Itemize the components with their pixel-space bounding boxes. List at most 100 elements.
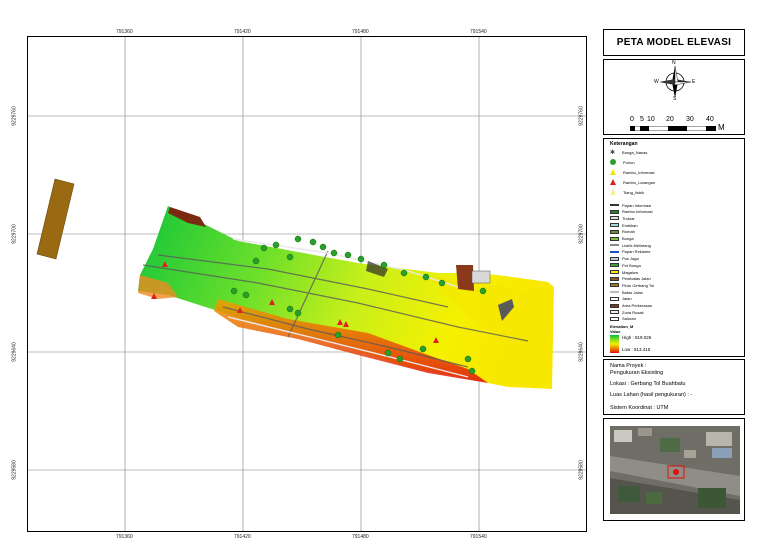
legend-area-item: Saluran (610, 316, 636, 322)
legend-swatch (610, 303, 619, 308)
legend-area-item: Rumah (610, 229, 635, 235)
elevation-raster (138, 206, 554, 389)
legend-area-label: Listrik Melintang (622, 242, 651, 248)
legend-area-item: Trotoar (610, 215, 635, 221)
parcel-brown (36, 178, 75, 260)
legend-area-label: Pot Bunga (622, 262, 641, 268)
x-tick-bottom-1: 791360 (116, 534, 133, 540)
project-info-panel: Nama Proyek : Pengukuran Eksisting Lokas… (603, 359, 745, 415)
y-tick-left-1: 9229760 (11, 106, 18, 126)
x-tick-bottom-3: 791480 (352, 534, 369, 540)
legend-area-label: Batas Jalan (622, 289, 643, 295)
legend-swatch (610, 251, 619, 253)
scale-label-10: 10 (647, 116, 655, 123)
legend-area-item: Batas Jalan (610, 289, 643, 295)
triangle-icon (610, 189, 616, 195)
legend-swatch (610, 283, 619, 288)
x-tick-bottom-2: 791420 (234, 534, 251, 540)
compass-e: E (692, 79, 696, 85)
north-scale-panel: N S W E 0 5 10 20 30 40 M (603, 59, 745, 135)
legend-area-item: Pintu Gerbang Tol (610, 282, 654, 288)
legend-point-item: Rambu_Larangan (610, 179, 655, 185)
luas-lahan: Luas Lahan (hasil pengukuran) : - (610, 392, 693, 398)
scale-unit: M (718, 123, 725, 132)
nama-proyek-label: Nama Proyek : (610, 363, 647, 369)
inset-satellite-image (610, 426, 740, 514)
legend-swatch (610, 310, 619, 315)
legend-swatch (610, 270, 619, 274)
map-title: PETA MODEL ELEVASI (603, 29, 745, 56)
legend-point-label: Tiang_listrik (623, 189, 645, 195)
legend-area-label: Papan Reklame (622, 249, 651, 255)
legend-point-label: Bunga_Nanas (622, 149, 648, 155)
legend-area-label: Pembatas Jalan (622, 276, 651, 282)
elevation-high: High : 819.026 (622, 335, 652, 340)
legend-area-label: Bunga (622, 236, 634, 241)
legend-area-item: Pot Bunga (610, 262, 641, 268)
legend-swatch (610, 291, 619, 293)
compass-s: S (673, 96, 677, 102)
map-canvas (28, 37, 586, 531)
y-tick-right-2: 9229700 (578, 224, 585, 244)
legend-area-label: Pintu Gerbang Tol (622, 282, 654, 288)
legend-area-label: Magalow (622, 269, 639, 275)
legend-header: Keterangan (610, 141, 638, 147)
legend-area-item: Area Perkerasan (610, 303, 652, 309)
legend-area-label: Saluran (622, 316, 636, 322)
legend-swatch (610, 216, 619, 221)
scale-label-20: 20 (666, 116, 674, 123)
compass-n: N (672, 60, 676, 66)
x-tick-bottom-4: 791540 (470, 534, 487, 540)
tree-icon (610, 159, 616, 165)
legend-swatch (610, 296, 619, 301)
x-tick-top-3: 791480 (352, 29, 369, 35)
legend-point-label: Rambu_Larangan (623, 179, 656, 185)
legend-swatch (610, 209, 619, 214)
legend-area-label: Embikan (622, 222, 638, 228)
legend-area-label: Area Perkerasan (622, 303, 653, 308)
scale-bar (630, 126, 716, 131)
scale-label-30: 30 (686, 116, 694, 123)
legend-area-item: Zona Rusak (610, 309, 644, 315)
legend-point-label: Pohon (623, 159, 635, 165)
lokasi: Lokasi : Gerbang Tol Buahbatu (610, 381, 686, 387)
cross-plant-icon: ✱ (610, 149, 616, 156)
legend-swatch (610, 236, 619, 241)
nama-proyek-value: Pengukuran Eksisting (610, 370, 664, 376)
value-header: Value (610, 329, 621, 334)
legend-swatch (610, 223, 619, 228)
elevation-ramp (610, 335, 619, 353)
legend-swatch (610, 263, 619, 268)
legend-point-item: Tiang_listrik (610, 189, 644, 195)
legend-swatch (610, 316, 619, 321)
y-tick-left-3: 9229640 (11, 342, 18, 362)
inset-map-panel (603, 418, 745, 521)
sistem-koordinat: Sistem Koordinat : UTM (610, 405, 669, 411)
scale-label-5: 5 (640, 116, 644, 123)
legend-swatch (610, 244, 619, 246)
legend-area-label: Rumah (622, 229, 635, 235)
legend-area-item: Bunga (610, 236, 634, 242)
legend-area-item: Listrik Melintang (610, 242, 651, 248)
legend-panel: Keterangan ✱ Bunga_Nanas Pohon Rambu_Inform… (603, 138, 745, 357)
legend-area-item: Rambu Informasi (610, 209, 652, 215)
legend-area-item: Papan Reklame (610, 249, 650, 255)
legend-area-item: Pos Jaga (610, 256, 639, 262)
scale-label-0: 0 (630, 116, 634, 123)
legend-area-item: Pembatas Jalan (610, 276, 651, 282)
y-tick-right-4: 9229580 (578, 460, 585, 480)
y-tick-right-1: 9229760 (578, 106, 585, 126)
legend-point-label: Rambu_Informasi (623, 169, 655, 175)
legend-point-item: ✱ Bunga_Nanas (610, 149, 648, 156)
x-tick-top-1: 791360 (116, 29, 133, 35)
scale-label-40: 40 (706, 116, 714, 123)
legend-area-label: Papan Informasi (622, 202, 652, 208)
y-tick-right-3: 9229640 (578, 342, 585, 362)
elevation-low: Low : 813.415 (622, 347, 651, 352)
x-tick-top-4: 791540 (470, 29, 487, 35)
triangle-icon (610, 169, 616, 175)
legend-point-item: Rambu_Informasi (610, 169, 655, 175)
legend-area-item: Papan Informasi (610, 202, 651, 208)
legend-area-label: Zona Rusak (622, 309, 644, 315)
triangle-icon (610, 179, 616, 185)
